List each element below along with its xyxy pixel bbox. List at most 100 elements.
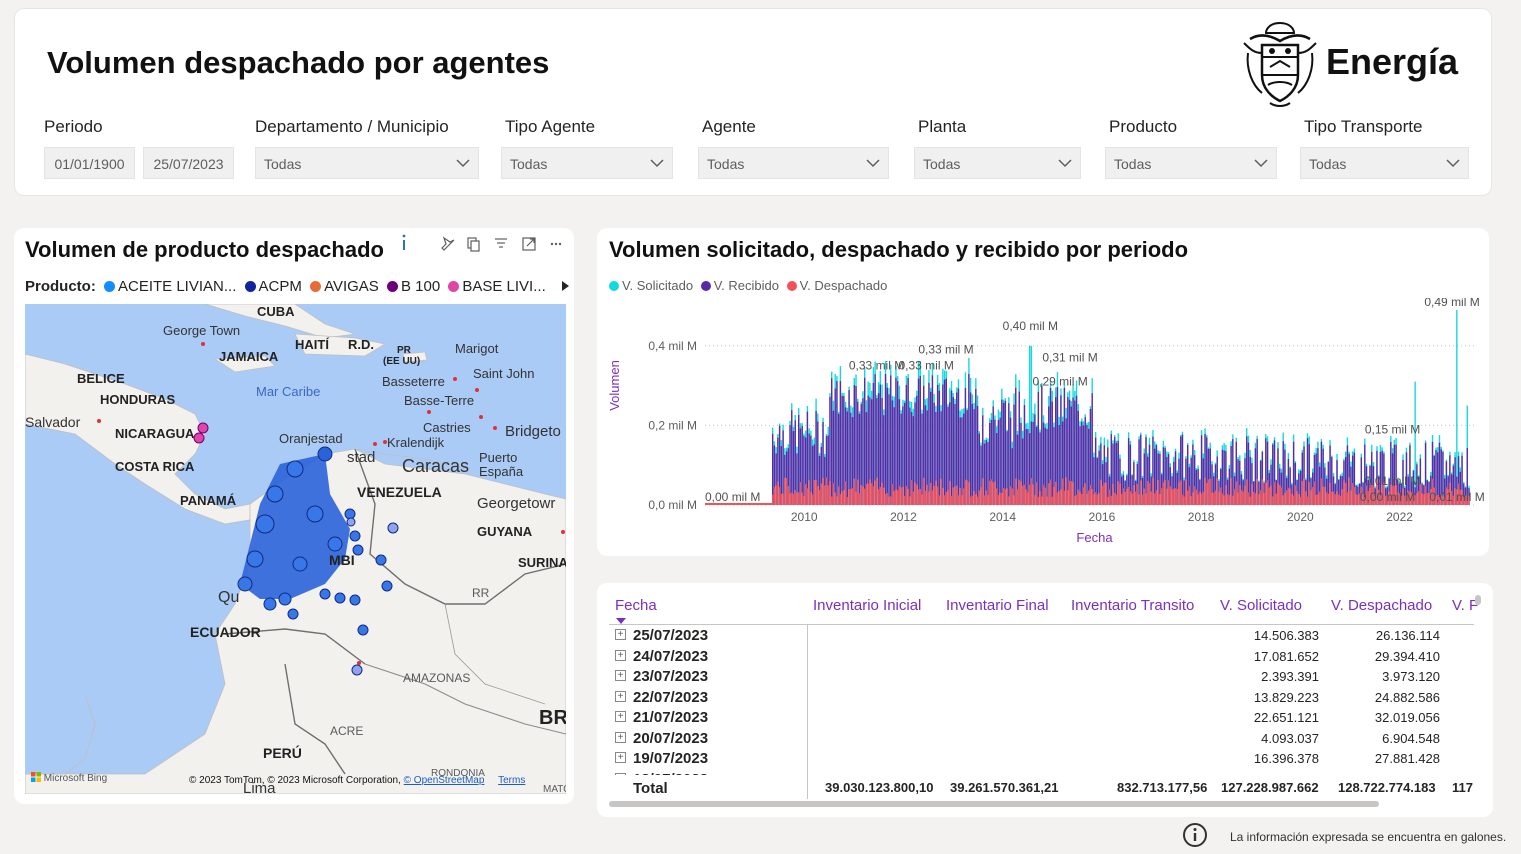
bar-recibido bbox=[831, 378, 833, 505]
vertical-scrollbar[interactable] bbox=[1475, 595, 1481, 605]
filter-producto-label: Producto bbox=[1109, 117, 1178, 136]
table-row[interactable]: +20/07/2023 4.093.037 6.904.548 bbox=[611, 729, 1477, 749]
bar-despachado bbox=[999, 492, 1001, 505]
bar-despachado bbox=[923, 477, 925, 505]
copy-icon[interactable] bbox=[467, 237, 480, 252]
table-row[interactable]: +21/07/2023 22.651.121 32.019.056 bbox=[611, 708, 1477, 728]
bar-despachado bbox=[1265, 482, 1267, 505]
departamento-dropdown[interactable]: Todas bbox=[255, 147, 479, 179]
bar-despachado bbox=[903, 495, 906, 505]
bar-recibido bbox=[771, 433, 774, 505]
row-v-solicitado: 16.396.378 bbox=[1253, 751, 1319, 766]
data-label: 0,49 mil M bbox=[1424, 298, 1479, 309]
pin-icon[interactable] bbox=[441, 236, 455, 251]
legend-next-icon[interactable] bbox=[560, 280, 570, 292]
end-date-input[interactable]: 25/07/2023 bbox=[143, 147, 234, 179]
legend-item[interactable]: ACPM bbox=[241, 278, 302, 295]
more-options-icon[interactable] bbox=[550, 242, 562, 246]
bar-recibido bbox=[1008, 403, 1010, 505]
map-label: PANAMÁ bbox=[180, 493, 237, 508]
expand-icon[interactable]: + bbox=[615, 690, 626, 702]
bar-despachado bbox=[1421, 493, 1423, 505]
bar-despachado bbox=[791, 492, 793, 505]
column-header-v-solicitado[interactable]: V. Solicitado bbox=[1220, 597, 1302, 614]
legend-item[interactable]: V. Despachado bbox=[783, 278, 887, 293]
column-header-v-despachado[interactable]: V. Despachado bbox=[1331, 597, 1432, 614]
table-body[interactable]: +25/07/2023 14.506.383 26.136.114 +24/07/20… bbox=[597, 625, 1477, 775]
table-row[interactable]: +24/07/2023 17.081.652 29.394.410 bbox=[611, 647, 1477, 667]
agente-dropdown[interactable]: Todas bbox=[698, 147, 889, 179]
bar-despachado bbox=[936, 486, 939, 505]
bar-despachado bbox=[775, 485, 777, 505]
legend-item[interactable]: AVIGAS bbox=[306, 278, 379, 295]
bar-recibido bbox=[957, 388, 960, 505]
legend-item[interactable]: V. Recibido bbox=[697, 278, 779, 293]
planta-dropdown[interactable]: Todas bbox=[914, 147, 1081, 179]
focus-mode-icon[interactable] bbox=[522, 237, 536, 251]
map-view[interactable]: CUBA George Town JAMAICA HAITÍ R.D. PR (… bbox=[25, 304, 566, 794]
expand-icon[interactable]: + bbox=[615, 772, 626, 775]
map-label: MBI bbox=[329, 552, 355, 568]
filter-icon[interactable] bbox=[495, 238, 507, 248]
expand-icon[interactable]: + bbox=[615, 670, 626, 681]
map-label: Marigot bbox=[455, 341, 499, 356]
bar-despachado bbox=[940, 478, 942, 505]
terms-link[interactable]: Terms bbox=[498, 775, 525, 786]
table-row[interactable]: +22/07/2023 13.829.223 24.882.586 bbox=[611, 688, 1477, 708]
bar-despachado bbox=[1348, 477, 1350, 505]
table-row[interactable]: +23/07/2023 2.393.391 3.973.120 bbox=[611, 667, 1477, 687]
bar-despachado bbox=[851, 488, 854, 505]
bar-despachado bbox=[1327, 493, 1330, 505]
bar-despachado bbox=[1180, 480, 1182, 505]
bar-recibido bbox=[921, 413, 923, 505]
column-header-inventario-transito[interactable]: Inventario Transito bbox=[1071, 597, 1194, 614]
producto-dropdown[interactable]: Todas bbox=[1105, 147, 1277, 179]
expand-icon[interactable]: + bbox=[615, 649, 626, 661]
tipo-agente-dropdown[interactable]: Todas bbox=[501, 147, 673, 179]
start-date-input[interactable]: 01/01/1900 bbox=[44, 147, 135, 179]
expand-icon[interactable]: + bbox=[615, 731, 626, 743]
bar-despachado bbox=[1101, 485, 1104, 505]
openstreetmap-link[interactable]: © OpenStreetMap bbox=[404, 775, 485, 786]
bar-recibido bbox=[961, 417, 963, 505]
expand-icon[interactable]: + bbox=[615, 752, 626, 763]
bar-despachado bbox=[1256, 478, 1258, 505]
coat-of-arms-icon bbox=[1243, 21, 1317, 107]
tipo-transporte-dropdown[interactable]: Todas bbox=[1300, 147, 1469, 179]
table-row[interactable]: +18/07/2023 14.851.996 26.525.826 bbox=[611, 770, 1477, 775]
horizontal-scrollbar[interactable] bbox=[609, 801, 1379, 807]
legend-item[interactable]: ACEITE LIVIAN... bbox=[100, 278, 236, 295]
bar-despachado bbox=[952, 487, 954, 505]
bar-despachado bbox=[884, 493, 887, 505]
chart-plot[interactable]: 0,00 mil M0,33 mil M0,33 mil M0,33 mil M… bbox=[597, 298, 1489, 556]
info-circle-icon[interactable] bbox=[1182, 822, 1208, 848]
footer-note-text: La información expresada se encuentra en… bbox=[1230, 830, 1507, 844]
bar-despachado bbox=[935, 480, 937, 505]
column-header-inventario-inicial[interactable]: Inventario Inicial bbox=[813, 597, 921, 614]
bar-despachado bbox=[853, 478, 855, 505]
bar-despachado bbox=[1244, 485, 1246, 505]
bar-recibido bbox=[789, 425, 791, 505]
bar-despachado bbox=[969, 496, 972, 505]
table-row[interactable]: +25/07/2023 14.506.383 26.136.114 bbox=[611, 626, 1477, 646]
bar-despachado bbox=[801, 492, 803, 505]
bar-despachado bbox=[1322, 486, 1324, 505]
legend-item[interactable]: BASE LIVI... bbox=[444, 278, 546, 295]
map-label: ACRE bbox=[330, 724, 364, 738]
column-header-fecha[interactable]: Fecha bbox=[615, 597, 657, 624]
bar-recibido bbox=[895, 377, 897, 505]
legend-item[interactable]: V. Solicitado bbox=[609, 278, 693, 293]
bar-despachado bbox=[1329, 482, 1331, 505]
bar-despachado bbox=[780, 493, 783, 505]
expand-icon[interactable]: + bbox=[615, 711, 626, 722]
bar-despachado bbox=[1341, 489, 1343, 505]
legend-item[interactable]: B 100 bbox=[383, 278, 440, 295]
expand-icon[interactable]: + bbox=[615, 629, 626, 640]
table-row[interactable]: +19/07/2023 16.396.378 27.881.428 bbox=[611, 749, 1477, 769]
bar-despachado bbox=[1190, 496, 1192, 505]
column-header-inventario-final[interactable]: Inventario Final bbox=[946, 597, 1049, 614]
bar-despachado bbox=[1207, 479, 1210, 505]
bar-recibido bbox=[803, 435, 805, 505]
info-icon[interactable] bbox=[402, 234, 406, 250]
bar-despachado bbox=[990, 479, 993, 505]
